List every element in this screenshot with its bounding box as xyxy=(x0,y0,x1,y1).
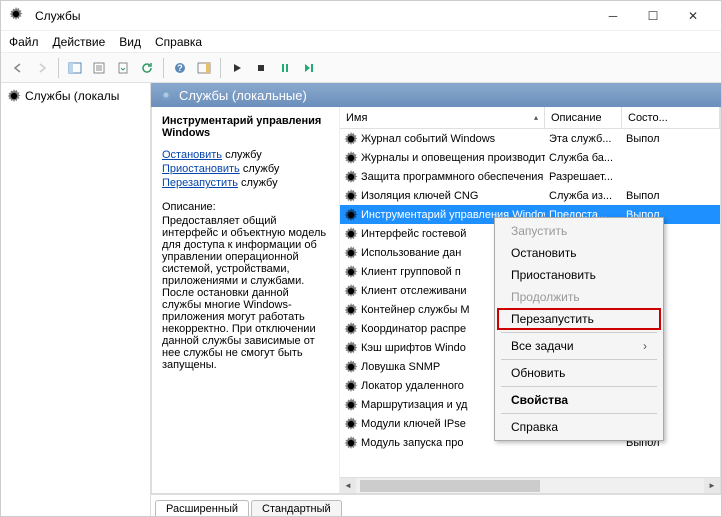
service-name-cell: Защита программного обеспечения xyxy=(340,170,545,184)
tab-standard[interactable]: Стандартный xyxy=(251,500,342,516)
ctx-stop[interactable]: Остановить xyxy=(497,242,661,264)
panel-title: Службы (локальные) xyxy=(179,88,307,103)
refresh-button[interactable] xyxy=(136,57,158,79)
menu-file[interactable]: Файл xyxy=(9,35,39,49)
tab-extended[interactable]: Расширенный xyxy=(155,500,249,516)
service-desc-cell: Служба ба... xyxy=(545,152,622,164)
gear-icon xyxy=(7,89,21,103)
gear-icon xyxy=(344,398,358,412)
menu-bar: Файл Действие Вид Справка xyxy=(1,31,721,53)
toolbar: ? xyxy=(1,53,721,83)
col-state[interactable]: Состо... xyxy=(622,107,720,128)
gear-icon xyxy=(344,322,358,336)
description-label: Описание: xyxy=(162,201,329,213)
service-state-cell: Выпол xyxy=(622,133,720,145)
gear-icon xyxy=(344,246,358,260)
service-desc-cell: Эта служб... xyxy=(545,133,622,145)
gear-icon xyxy=(344,151,358,165)
service-row[interactable]: Защита программного обеспеченияРазрешает… xyxy=(340,167,720,186)
scroll-right-button[interactable]: ► xyxy=(704,478,720,494)
minimize-button[interactable]: ─ xyxy=(593,1,633,30)
gear-icon xyxy=(344,265,358,279)
pause-service-button[interactable] xyxy=(274,57,296,79)
gear-icon xyxy=(344,303,358,317)
col-description[interactable]: Описание xyxy=(545,107,622,128)
gear-icon xyxy=(344,132,358,146)
ctx-separator xyxy=(501,386,657,387)
stop-service-button[interactable] xyxy=(250,57,272,79)
ctx-separator xyxy=(501,332,657,333)
ctx-restart[interactable]: Перезапустить xyxy=(497,308,661,330)
ctx-all-tasks[interactable]: Все задачи xyxy=(497,335,661,357)
horizontal-scrollbar[interactable]: ◄ ► xyxy=(340,477,720,493)
tree-root-label: Службы (локалы xyxy=(25,89,119,103)
close-button[interactable]: ✕ xyxy=(673,1,713,30)
app-icon xyxy=(9,7,29,24)
scroll-left-button[interactable]: ◄ xyxy=(340,478,356,494)
service-name-cell: Изоляция ключей CNG xyxy=(340,189,545,203)
gear-icon xyxy=(344,360,358,374)
context-menu: Запустить Остановить Приостановить Продо… xyxy=(494,217,664,441)
stop-link[interactable]: Остановить xyxy=(162,149,222,161)
menu-action[interactable]: Действие xyxy=(53,35,106,49)
gear-icon xyxy=(159,88,173,102)
gear-icon xyxy=(344,436,358,450)
service-row[interactable]: Изоляция ключей CNGСлужба из...Выпол xyxy=(340,186,720,205)
description-text: Предоставляет общий интерфейс и объектну… xyxy=(162,215,329,371)
sort-indicator-icon: ▴ xyxy=(534,113,538,122)
forward-button[interactable] xyxy=(31,57,53,79)
show-hide-tree-button[interactable] xyxy=(64,57,86,79)
ctx-start: Запустить xyxy=(497,220,661,242)
help-button[interactable]: ? xyxy=(169,57,191,79)
gear-icon xyxy=(344,284,358,298)
gear-icon xyxy=(344,208,358,222)
service-desc-cell: Разрешает... xyxy=(545,171,622,183)
gear-icon xyxy=(344,227,358,241)
ctx-help[interactable]: Справка xyxy=(497,416,661,438)
details-pane: Инструментарий управления Windows Остано… xyxy=(152,107,340,493)
maximize-button[interactable]: ☐ xyxy=(633,1,673,30)
gear-icon xyxy=(344,417,358,431)
restart-link[interactable]: Перезапустить xyxy=(162,177,238,189)
service-desc-cell: Служба из... xyxy=(545,190,622,202)
ctx-separator xyxy=(501,413,657,414)
column-headers: Имя▴ Описание Состо... xyxy=(340,107,720,129)
ctx-separator xyxy=(501,359,657,360)
service-row[interactable]: Журналы и оповещения производите...Служб… xyxy=(340,148,720,167)
export-button[interactable] xyxy=(112,57,134,79)
col-name[interactable]: Имя▴ xyxy=(340,107,545,128)
service-name-cell: Журнал событий Windows xyxy=(340,132,545,146)
panel-header: Службы (локальные) xyxy=(151,83,721,107)
tree-pane[interactable]: Службы (локалы xyxy=(1,83,151,516)
ctx-refresh[interactable]: Обновить xyxy=(497,362,661,384)
restart-service-button[interactable] xyxy=(298,57,320,79)
scroll-thumb[interactable] xyxy=(360,480,540,492)
gear-icon xyxy=(344,189,358,203)
gear-icon xyxy=(344,170,358,184)
window-title: Службы xyxy=(35,9,593,23)
tab-strip: Расширенный Стандартный xyxy=(151,494,721,516)
properties-button[interactable] xyxy=(88,57,110,79)
service-state-cell: Выпол xyxy=(622,190,720,202)
menu-help[interactable]: Справка xyxy=(155,35,202,49)
window-titlebar: Службы ─ ☐ ✕ xyxy=(1,1,721,31)
start-service-button[interactable] xyxy=(226,57,248,79)
ctx-resume: Продолжить xyxy=(497,286,661,308)
tree-root-item[interactable]: Службы (локалы xyxy=(5,87,146,105)
selected-service-name: Инструментарий управления Windows xyxy=(162,115,329,139)
ctx-properties[interactable]: Свойства xyxy=(497,389,661,411)
pause-link[interactable]: Приостановить xyxy=(162,163,240,175)
menu-view[interactable]: Вид xyxy=(119,35,141,49)
gear-icon xyxy=(344,379,358,393)
gear-icon xyxy=(344,341,358,355)
back-button[interactable] xyxy=(7,57,29,79)
action-pane-button[interactable] xyxy=(193,57,215,79)
ctx-pause[interactable]: Приостановить xyxy=(497,264,661,286)
service-row[interactable]: Журнал событий WindowsЭта служб...Выпол xyxy=(340,129,720,148)
svg-text:?: ? xyxy=(177,63,183,73)
service-name-cell: Журналы и оповещения производите... xyxy=(340,151,545,165)
